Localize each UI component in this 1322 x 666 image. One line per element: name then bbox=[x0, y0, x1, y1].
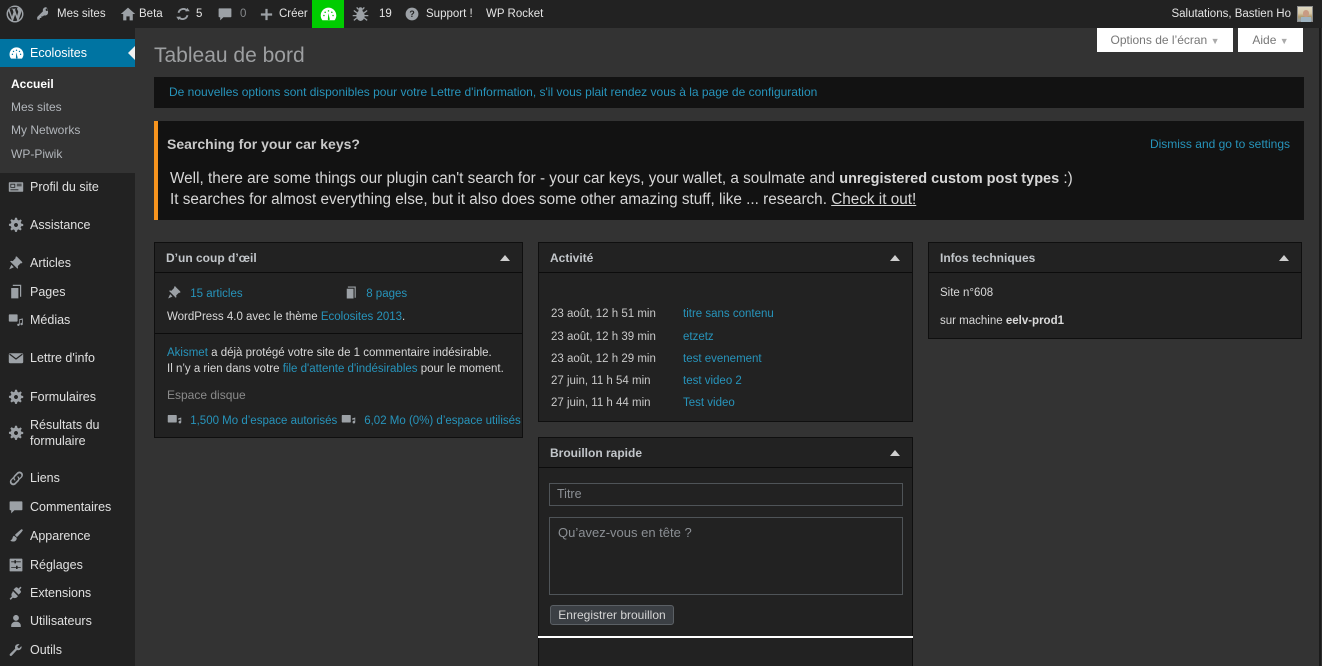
svg-text:?: ? bbox=[409, 9, 414, 19]
